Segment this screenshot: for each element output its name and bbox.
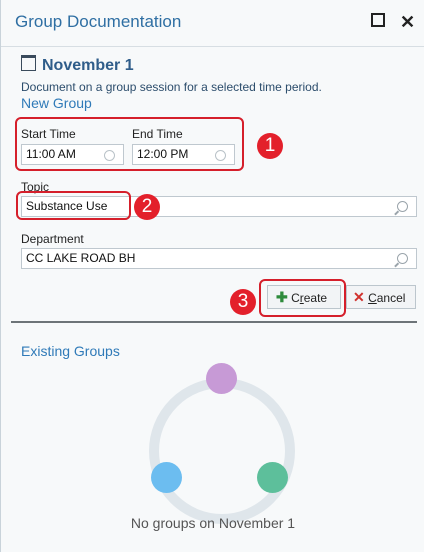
empty-groups-ring — [149, 378, 295, 524]
annotation-badge-1: 1 — [257, 133, 283, 159]
annotation-badge-2: 2 — [134, 194, 160, 220]
new-group-link[interactable]: New Group — [21, 95, 92, 111]
title-bar: Group Documentation ✕ — [1, 0, 424, 47]
create-button[interactable]: ✚ Create — [267, 285, 341, 309]
description-text: Document on a group session for a select… — [21, 80, 322, 94]
maximize-icon — [371, 13, 385, 27]
date-heading: November 1 — [21, 55, 134, 75]
maximize-button[interactable] — [371, 12, 385, 32]
ring-dot-top — [206, 363, 237, 394]
ring-dot-right — [257, 462, 288, 493]
group-documentation-window: Group Documentation ✕ November 1 Documen… — [0, 0, 424, 552]
close-button[interactable]: ✕ — [400, 12, 415, 32]
existing-groups-heading: Existing Groups — [21, 343, 120, 359]
close-x-icon: ✕ — [353, 289, 365, 305]
annotation-box-2 — [16, 191, 131, 220]
close-icon: ✕ — [400, 12, 416, 32]
window-title: Group Documentation — [15, 12, 182, 31]
plus-icon: ✚ — [276, 289, 288, 305]
date-text: November 1 — [42, 57, 134, 74]
department-label: Department — [21, 232, 84, 246]
annotation-box-1 — [15, 117, 244, 171]
department-input[interactable]: CC LAKE ROAD BH — [21, 248, 417, 269]
annotation-badge-3: 3 — [230, 289, 256, 315]
calendar-icon — [21, 55, 36, 71]
create-label: Create — [291, 291, 328, 305]
section-divider — [11, 321, 417, 323]
empty-state-text: No groups on November 1 — [130, 515, 296, 531]
ring-dot-left — [151, 462, 182, 493]
search-icon[interactable] — [397, 201, 408, 212]
cancel-button[interactable]: ✕ Cancel — [346, 285, 416, 309]
department-value: CC LAKE ROAD BH — [26, 251, 136, 265]
cancel-label: Cancel — [368, 291, 406, 305]
search-icon[interactable] — [397, 253, 408, 264]
